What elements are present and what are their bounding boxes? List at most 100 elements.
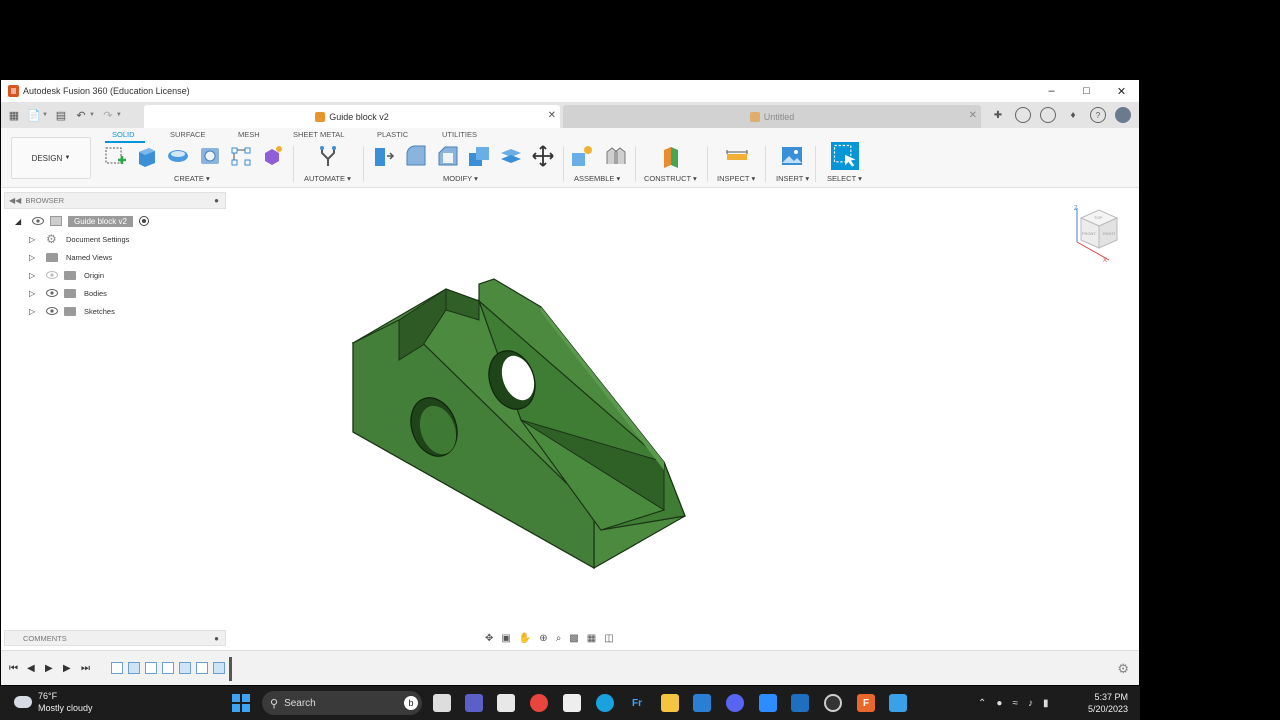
form-icon[interactable] xyxy=(260,144,284,168)
step-forward-icon[interactable]: ▶ xyxy=(63,663,71,674)
modify-menu[interactable]: MODIFY ▾ xyxy=(443,174,478,183)
construct-menu[interactable]: CONSTRUCT ▾ xyxy=(644,174,697,183)
browser-item-bodies[interactable]: ▷ Bodies xyxy=(29,285,107,301)
browser-item-document-settings[interactable]: ▷ ⚙ Document Settings xyxy=(29,231,129,247)
new-tab-icon[interactable]: ✚ xyxy=(990,107,1006,123)
add-comment-icon[interactable]: ● xyxy=(214,634,219,643)
taskbar-search[interactable]: ⚲ Search b xyxy=(262,691,422,715)
offset-face-icon[interactable] xyxy=(499,144,523,168)
close-tab-icon[interactable]: ✕ xyxy=(969,110,977,121)
zoom-app-icon[interactable] xyxy=(759,694,777,712)
zoom-icon[interactable]: ⊕ xyxy=(539,633,547,644)
extensions-icon[interactable] xyxy=(1040,107,1056,123)
app-icon[interactable] xyxy=(824,694,842,712)
step-back-icon[interactable]: ◀ xyxy=(27,663,35,674)
workspace-switcher[interactable]: DESIGN ▼ xyxy=(11,137,91,179)
timeline-marker[interactable] xyxy=(229,657,232,681)
volume-icon[interactable]: ♪ xyxy=(1028,698,1033,709)
timeline-extrude-feature[interactable] xyxy=(128,662,140,674)
clock[interactable]: 5:37 PM 5/20/2023 xyxy=(1086,691,1128,715)
browser-item-named-views[interactable]: ▷ Named Views xyxy=(29,249,112,265)
visibility-eye-icon[interactable] xyxy=(46,289,58,297)
orbit-icon[interactable]: ✥ xyxy=(485,633,493,644)
hole-icon[interactable] xyxy=(198,144,222,168)
select-menu[interactable]: SELECT ▾ xyxy=(827,174,862,183)
file-menu-icon[interactable]: 📄 xyxy=(27,109,41,122)
app-icon[interactable] xyxy=(791,694,809,712)
new-component-icon[interactable] xyxy=(570,144,594,168)
app-icon[interactable] xyxy=(693,694,711,712)
tab-plastic[interactable]: PLASTIC xyxy=(377,130,408,139)
browser-item-origin[interactable]: ▷ Origin xyxy=(29,267,104,283)
timeline-extrude-feature[interactable] xyxy=(213,662,225,674)
select-icon[interactable] xyxy=(831,142,859,170)
expand-triangle-icon[interactable]: ▷ xyxy=(29,253,36,262)
discord-icon[interactable] xyxy=(726,694,744,712)
automate-icon[interactable] xyxy=(316,144,340,168)
redo-icon[interactable]: ↷ xyxy=(101,109,115,122)
joint-icon[interactable] xyxy=(603,144,627,168)
app-icon[interactable] xyxy=(563,694,581,712)
collapse-triangle-icon[interactable]: ◢ xyxy=(15,217,22,226)
guide-block-3d-model[interactable] xyxy=(341,270,701,570)
zoom-window-icon[interactable]: ⌕ xyxy=(556,633,562,644)
browser-panel-header[interactable]: ◀◀ BROWSER ● xyxy=(4,192,226,209)
tab-surface[interactable]: SURFACE xyxy=(170,130,205,139)
look-at-icon[interactable]: ▣ xyxy=(501,633,510,644)
tab-untitled[interactable]: Untitled ✕ xyxy=(563,105,981,128)
tab-sheet-metal[interactable]: SHEET METAL xyxy=(293,130,344,139)
revolve-icon[interactable] xyxy=(166,144,190,168)
go-to-start-icon[interactable]: ⏮ xyxy=(9,663,18,674)
teams-chat-icon[interactable] xyxy=(465,694,483,712)
viewports-icon[interactable]: ◫ xyxy=(604,633,613,644)
timeline-sketch-feature[interactable] xyxy=(145,662,157,674)
maximize-button[interactable]: □ xyxy=(1069,80,1104,102)
browser-item-sketches[interactable]: ▷ Sketches xyxy=(29,303,115,319)
tab-guide-block[interactable]: Guide block v2 ✕ xyxy=(144,105,560,128)
chrome-icon[interactable] xyxy=(530,694,548,712)
tab-mesh[interactable]: MESH xyxy=(238,130,260,139)
widgets-store-icon[interactable] xyxy=(497,694,515,712)
expand-triangle-icon[interactable]: ▷ xyxy=(29,289,36,298)
pin-panel-icon[interactable]: ● xyxy=(214,196,219,205)
activate-radio-icon[interactable] xyxy=(138,216,149,226)
offset-plane-icon[interactable] xyxy=(659,144,683,168)
notifications-bell-icon[interactable]: ♦ xyxy=(1065,107,1081,123)
microphone-icon[interactable]: ● xyxy=(996,698,1002,709)
move-icon[interactable] xyxy=(531,144,555,168)
pattern-icon[interactable] xyxy=(229,144,253,168)
viewcube[interactable]: Z X TOP FRONT RIGHT xyxy=(1069,202,1127,264)
edge-icon[interactable] xyxy=(596,694,614,712)
battery-icon[interactable]: ▮ xyxy=(1043,698,1049,709)
start-button[interactable] xyxy=(232,694,250,712)
play-icon[interactable]: ▶ xyxy=(45,663,53,674)
insert-image-icon[interactable] xyxy=(780,144,804,168)
expand-triangle-icon[interactable]: ▷ xyxy=(29,235,36,244)
app-grid-icon[interactable]: ▦ xyxy=(7,109,21,122)
visibility-eye-icon[interactable] xyxy=(46,307,58,315)
press-pull-icon[interactable] xyxy=(371,144,395,168)
automate-menu[interactable]: AUTOMATE ▾ xyxy=(304,174,351,183)
grid-settings-icon[interactable]: ▦ xyxy=(587,633,596,644)
fillet-icon[interactable] xyxy=(404,144,428,168)
undo-icon[interactable]: ↶ xyxy=(74,109,88,122)
go-to-end-icon[interactable]: ⏭ xyxy=(81,663,90,674)
visibility-eye-icon[interactable] xyxy=(46,271,58,279)
measure-icon[interactable] xyxy=(725,144,749,168)
user-avatar[interactable] xyxy=(1115,107,1131,123)
file-explorer-icon[interactable] xyxy=(661,694,679,712)
timeline-extrude-feature[interactable] xyxy=(179,662,191,674)
display-settings-icon[interactable]: ▩ xyxy=(569,633,578,644)
comments-panel[interactable]: COMMENTS ● xyxy=(4,630,226,646)
insert-menu[interactable]: INSERT ▾ xyxy=(776,174,809,183)
timeline-settings-gear-icon[interactable]: ⚙ xyxy=(1117,661,1129,677)
close-tab-icon[interactable]: ✕ xyxy=(548,110,556,121)
extrude-icon[interactable] xyxy=(135,144,159,168)
show-hidden-icons-chevron-icon[interactable]: ⌃ xyxy=(978,698,986,709)
inspect-menu[interactable]: INSPECT ▾ xyxy=(717,174,755,183)
close-window-button[interactable]: ✕ xyxy=(1104,80,1139,102)
create-sketch-icon[interactable] xyxy=(103,144,127,168)
collapse-panel-icon[interactable]: ◀◀ xyxy=(9,196,21,205)
bing-icon[interactable]: b xyxy=(404,696,418,710)
visibility-eye-icon[interactable] xyxy=(32,217,44,225)
